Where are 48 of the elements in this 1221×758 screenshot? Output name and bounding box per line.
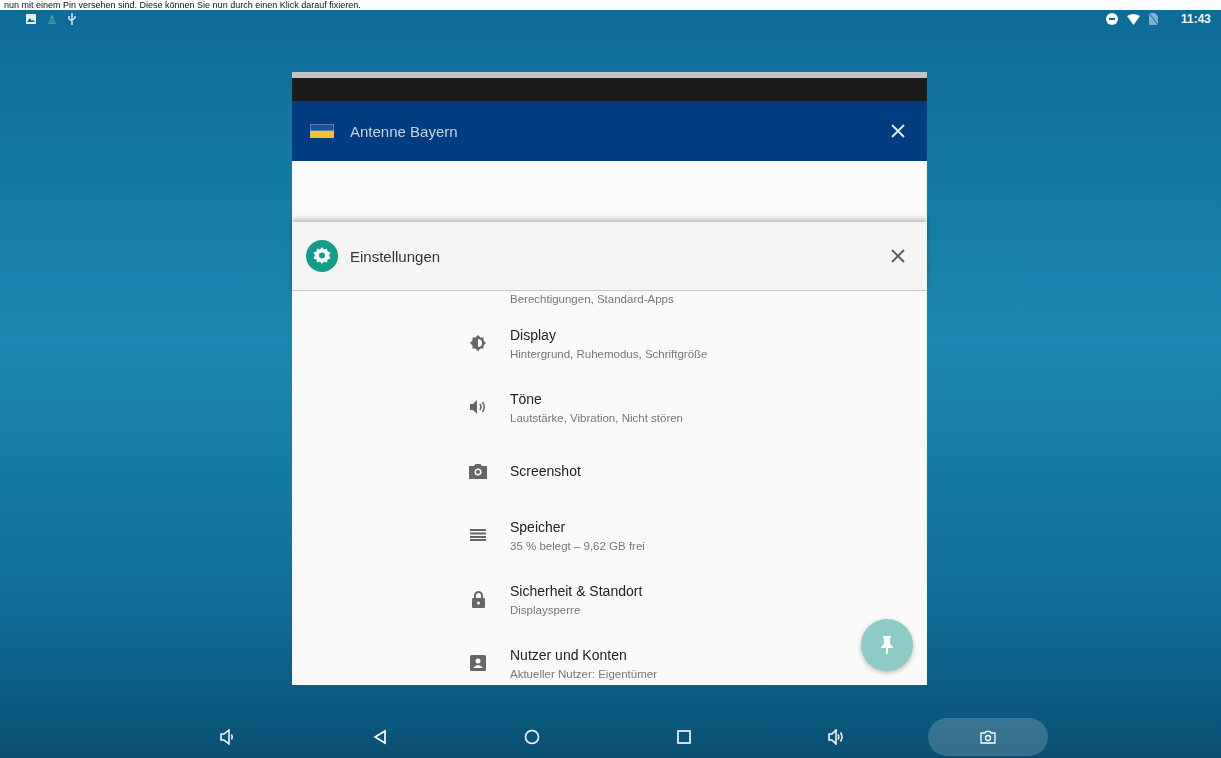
volume-up-icon (828, 728, 844, 745)
radio-logo-icon (310, 124, 334, 138)
app-title: Antenne Bayern (350, 122, 459, 140)
close-icon[interactable] (891, 249, 905, 263)
item-title: Sicherheit & Standort (510, 582, 643, 599)
app-card-header[interactable]: Antenne Bayern (292, 101, 927, 161)
item-subtitle: Lautstärke, Vibration, Nicht stören (510, 411, 684, 424)
caption-text: nun mit einem Pin versehen sind. Diese können Sie nun durch einen Klick darauf fixieren. (0, 0, 1221, 10)
item-title: Speicher (510, 518, 567, 535)
item-subtitle: Displaysperre (510, 603, 582, 616)
lock-icon (471, 590, 485, 608)
item-subtitle: Berechtigungen, Standard-Apps (510, 293, 674, 305)
item-subtitle: 35 % belegt – 9,62 GB frei (510, 539, 645, 552)
pin-icon (881, 636, 893, 654)
screenshot-icon (980, 728, 996, 745)
app-title: Einstellungen (350, 247, 442, 265)
settings-item[interactable]: Screenshot (292, 439, 927, 503)
settings-item[interactable]: Berechtigungen, Standard-Apps (292, 293, 927, 311)
settings-item[interactable]: Töne Lautstärke, Vibration, Nicht stören (292, 375, 927, 439)
app-card-header[interactable]: Einstellungen (292, 222, 927, 291)
no-sim-icon (1148, 13, 1158, 25)
gear-icon (306, 240, 338, 272)
clock-time: 11:43 (1180, 12, 1211, 26)
speaker-icon (469, 400, 487, 414)
wifi-icon (1126, 13, 1140, 25)
item-subtitle: Aktueller Nutzer: Eigentümer (510, 667, 657, 680)
settings-item[interactable]: Nutzer und Konten Aktueller Nutzer: Eigentümer (292, 631, 927, 685)
account-icon (470, 655, 486, 671)
settings-item[interactable]: Sicherheit & Standort Displaysperre (292, 567, 927, 631)
app-icon (46, 13, 58, 25)
usb-icon (68, 13, 76, 25)
item-title: Screenshot (510, 463, 581, 479)
item-subtitle: Hintergrund, Ruhemodus, Schriftgröße (510, 347, 708, 360)
volume-down-icon (220, 728, 236, 745)
camera-icon (469, 463, 487, 479)
item-title: Nutzer und Konten (510, 646, 628, 663)
back-icon (372, 728, 388, 745)
image-icon (26, 14, 36, 24)
recents-icon (676, 728, 692, 745)
item-title: Display (510, 326, 557, 343)
home-icon (524, 728, 540, 745)
screenshot-button[interactable] (928, 717, 1048, 756)
storage-icon (470, 529, 486, 541)
settings-item[interactable]: Speicher 35 % belegt – 9,62 GB frei (292, 503, 927, 567)
item-title: Töne (510, 390, 543, 407)
do-not-disturb-icon (1105, 13, 1118, 25)
brightness-icon (470, 335, 486, 351)
settings-item[interactable]: Display Hintergrund, Ruhemodus, Schriftgröße (292, 311, 927, 375)
